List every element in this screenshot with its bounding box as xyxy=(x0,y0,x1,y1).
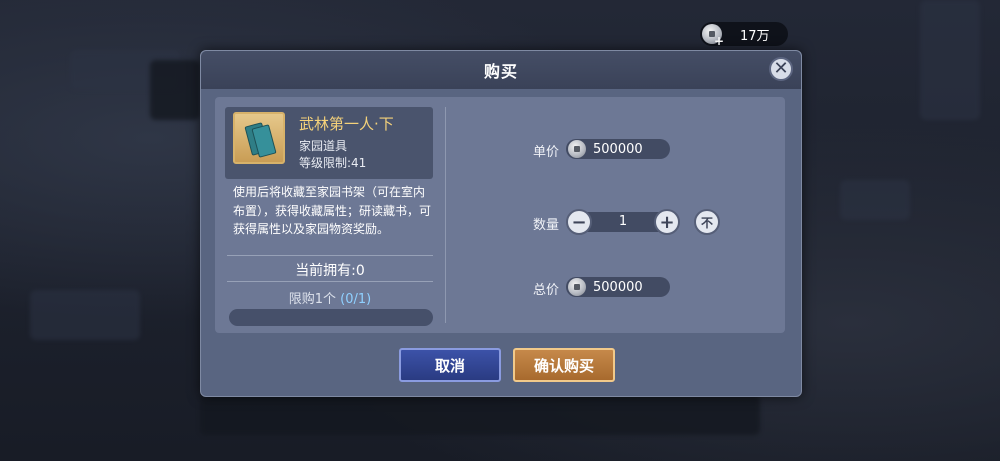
total-price-value: 500000 xyxy=(593,279,643,295)
divider xyxy=(227,281,433,282)
dialog-title-bar: 购买 ✕ xyxy=(201,51,801,89)
total-price-label: 总价 xyxy=(533,283,560,298)
quantity-label: 数量 xyxy=(533,218,560,233)
currency-amount: 17万 xyxy=(740,28,770,44)
dialog-title: 购买 xyxy=(483,62,518,81)
purchase-limit: 限购1个 (0/1) xyxy=(227,288,433,307)
quantity-value[interactable]: 1 xyxy=(604,214,642,229)
owned-count: 当前拥有:0 xyxy=(295,263,365,279)
unit-price-box: 500000 xyxy=(566,139,670,159)
quantity-stepper: − 1 + 不 xyxy=(566,209,726,235)
total-price-box: 500000 xyxy=(566,277,670,297)
max-quantity-button[interactable]: 不 xyxy=(694,209,720,235)
vertical-divider xyxy=(445,107,446,323)
minus-button[interactable]: − xyxy=(566,209,592,235)
confirm-purchase-button[interactable]: 确认购买 xyxy=(513,348,615,382)
currency-display[interactable]: + 17万 xyxy=(700,22,788,48)
item-name: 武林第一人·下 xyxy=(299,115,394,133)
item-type: 家园道具 xyxy=(299,139,348,153)
silver-coin-icon xyxy=(568,278,586,296)
unit-price-label: 单价 xyxy=(533,145,560,160)
divider xyxy=(227,255,433,256)
silver-coin-icon xyxy=(568,140,586,158)
limit-progress-bar xyxy=(229,309,433,326)
item-description: 使用后将收藏至家园书架（可在室内布置），获得收藏属性；研读藏书，可获得属性以及家… xyxy=(233,185,432,236)
item-level-limit: 等级限制:41 xyxy=(299,156,367,170)
limit-label: 限购1个 xyxy=(288,292,337,307)
item-header: 武林第一人·下 家园道具 等级限制:41 xyxy=(225,107,433,179)
cancel-button[interactable]: 取消 xyxy=(399,348,501,382)
dialog-panel: 武林第一人·下 家园道具 等级限制:41 使用后将收藏至家园书架（可在室内布置）… xyxy=(215,97,785,333)
purchase-dialog: 购买 ✕ 武林第一人·下 家园道具 等级限制:41 使用后将收藏至家园书架（可在… xyxy=(200,50,802,397)
unit-price-value: 500000 xyxy=(593,141,643,157)
limit-count: (0/1) xyxy=(340,292,372,307)
add-currency-icon[interactable]: + xyxy=(714,34,724,48)
plus-button[interactable]: + xyxy=(654,209,680,235)
close-icon[interactable]: ✕ xyxy=(769,57,793,81)
book-icon xyxy=(233,112,285,164)
